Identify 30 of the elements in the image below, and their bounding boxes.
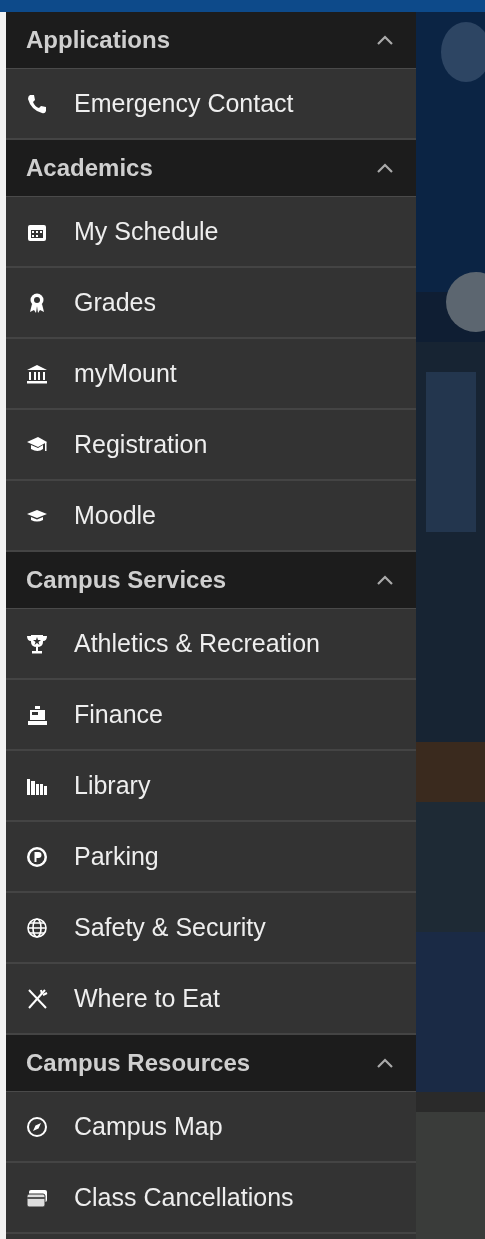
- section-header[interactable]: Campus Resources: [6, 1035, 416, 1092]
- menu-item-label: Campus Map: [74, 1112, 223, 1141]
- menu-item-label: Library: [74, 771, 151, 800]
- menu-item-label: Grades: [74, 288, 156, 317]
- trophy-icon: [26, 632, 48, 655]
- menu-item-label: Parking: [74, 842, 159, 871]
- menu-item-label: myMount: [74, 359, 177, 388]
- phone-icon: [26, 92, 48, 115]
- section-header[interactable]: Applications: [6, 12, 416, 69]
- section-header[interactable]: Academics: [6, 140, 416, 197]
- parking-icon: [26, 845, 48, 868]
- caret-icon: [376, 34, 394, 46]
- fork-knife-icon: [26, 987, 48, 1010]
- menu-item-label: Athletics & Recreation: [74, 629, 320, 658]
- menu-item-label: Moodle: [74, 501, 156, 530]
- menu-item-label: Registration: [74, 430, 208, 459]
- globe-icon: [26, 916, 48, 939]
- compass-icon: [26, 1115, 48, 1138]
- caret-icon: [376, 574, 394, 586]
- cash-register-icon: [26, 703, 48, 726]
- menu-item-label: Safety & Security: [74, 913, 266, 942]
- menu-item-label: Where to Eat: [74, 984, 220, 1013]
- menu-item-label: Class Cancellations: [74, 1183, 294, 1212]
- menu-item-label: My Schedule: [74, 217, 219, 246]
- caret-icon: [376, 1057, 394, 1069]
- menu-item-label: Emergency Contact: [74, 89, 294, 118]
- building-icon: [26, 362, 48, 385]
- section-header[interactable]: Campus Services: [6, 552, 416, 609]
- menu-item-label: Finance: [74, 700, 163, 729]
- caret-icon: [376, 162, 394, 174]
